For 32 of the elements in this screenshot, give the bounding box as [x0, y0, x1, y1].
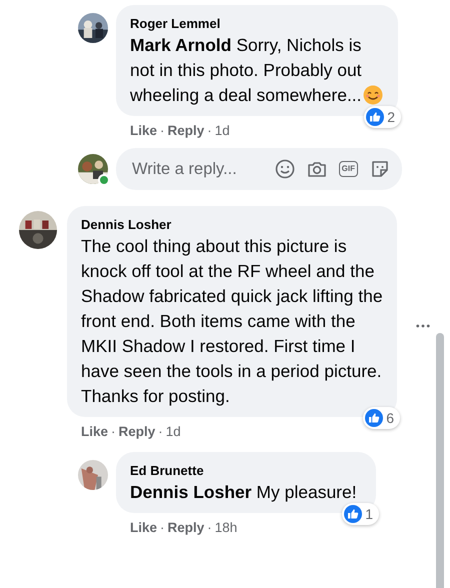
separator-dot: ·: [111, 424, 116, 438]
timestamp[interactable]: 1d: [166, 424, 181, 438]
separator-dot: ·: [160, 520, 165, 534]
gif-button[interactable]: GIF: [338, 161, 358, 177]
more-options-icon[interactable]: [416, 324, 430, 328]
action-link[interactable]: Reply: [118, 424, 156, 438]
smiley-icon: [362, 85, 383, 105]
emoji-icon[interactable]: [274, 159, 295, 179]
camera-icon[interactable]: [306, 159, 327, 179]
action-link[interactable]: Like: [130, 122, 158, 138]
author-name[interactable]: Roger Lemmel: [130, 15, 384, 33]
comment-text: Mark Arnold Sorry, Nichols is not in this photo. Probably out wheeling a deal somewhere...: [130, 33, 384, 108]
separator-dot: ·: [207, 122, 212, 138]
comment-text: The cool thing about this picture is knock off tool at the RF wheel and the Shadow fabricated quick jack lifting the front end. Both items came with the MKII Shadow I restored. First time I have seen the tools in a period picture. Thanks for posting.: [81, 235, 383, 408]
author-name[interactable]: Dennis Losher: [81, 216, 383, 234]
action-link[interactable]: Reply: [168, 520, 204, 534]
timestamp[interactable]: 18h: [214, 520, 238, 534]
comment-text: Dennis Losher My pleasure!: [130, 481, 358, 504]
action-link[interactable]: Like: [130, 520, 158, 534]
author-name[interactable]: Ed Brunette: [130, 462, 362, 480]
reply-field[interactable]: Write a reply... GIF: [116, 148, 402, 190]
sticker-icon[interactable]: [370, 159, 390, 179]
separator-dot: ·: [158, 424, 163, 438]
separator-dot: ·: [207, 520, 212, 534]
reaction-count[interactable]: 1: [342, 503, 379, 525]
separator-dot: ·: [160, 122, 165, 138]
timestamp[interactable]: 1d: [214, 122, 230, 138]
action-link[interactable]: Reply: [168, 122, 204, 138]
reaction-count[interactable]: 6: [363, 407, 400, 429]
scrollbar-thumb[interactable]: [436, 333, 444, 588]
reaction-count[interactable]: 2: [364, 106, 401, 128]
action-link[interactable]: Like: [81, 424, 108, 438]
